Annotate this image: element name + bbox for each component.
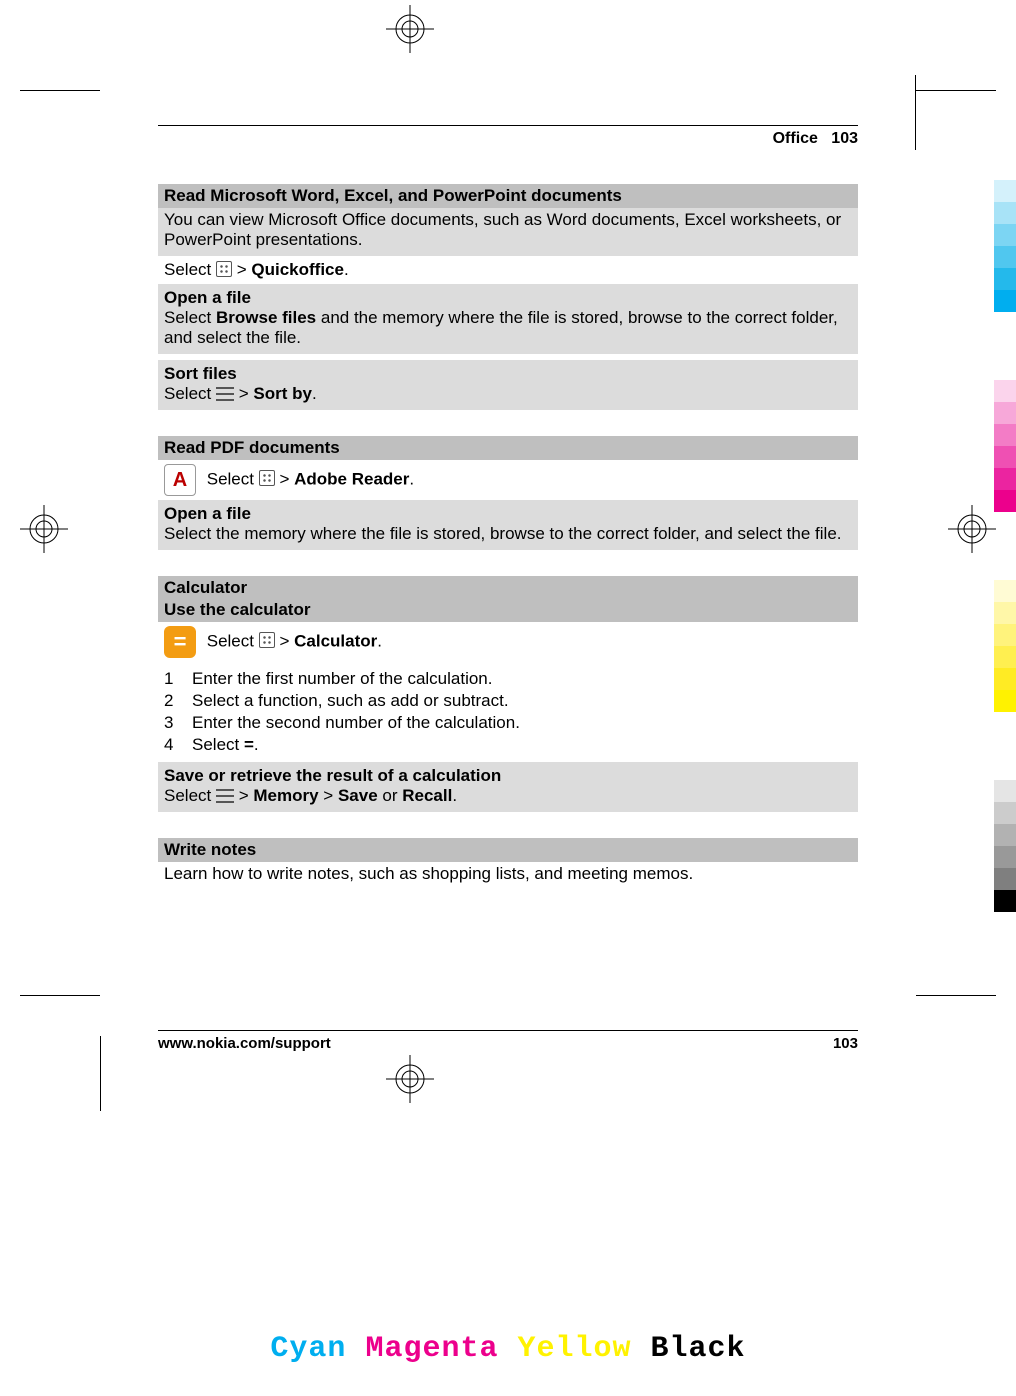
registration-mark-icon [386, 5, 434, 53]
section-title-pdf: Read PDF documents [158, 436, 858, 460]
open-file-heading: Open a file [164, 286, 852, 308]
label-black: Black [651, 1332, 746, 1366]
menu-icon [259, 470, 275, 486]
footer-page: 103 [833, 1035, 858, 1052]
use-calculator-heading: Use the calculator [158, 598, 858, 622]
calculator-steps: Enter the first number of the calculatio… [158, 662, 858, 762]
intro-text: You can view Microsoft Office documents,… [164, 210, 852, 250]
open-pdf-body: Select the memory where the file is stor… [164, 524, 842, 543]
options-icon [216, 387, 234, 401]
page-content: Office 103 Read Microsoft Word, Excel, a… [158, 75, 858, 1082]
label-yellow: Yellow [518, 1332, 632, 1366]
label-cyan: Cyan [270, 1332, 346, 1366]
menu-icon [216, 261, 232, 277]
step-4: Select =. [164, 734, 852, 756]
notes-body: Learn how to write notes, such as shoppi… [164, 864, 693, 883]
select-calculator: = Select > Calculator. [158, 622, 858, 662]
section-title-notes: Write notes [158, 838, 858, 862]
open-pdf-heading: Open a file [164, 502, 852, 524]
crop-mark [20, 995, 100, 996]
page-footer: www.nokia.com/support 103 [158, 1031, 858, 1082]
header-section: Office [773, 130, 818, 147]
step-1: Enter the first number of the calculatio… [164, 668, 852, 690]
options-icon [216, 789, 234, 803]
save-retrieve-body: Select > Memory > Save or Recall. [164, 786, 457, 805]
open-file-body: Select Browse files and the memory where… [164, 308, 838, 347]
step-2: Select a function, such as add or subtra… [164, 690, 852, 712]
page-header: Office 103 [158, 130, 858, 158]
header-page: 103 [831, 130, 858, 147]
label-magenta: Magenta [365, 1332, 498, 1366]
adobe-reader-icon: A [164, 464, 196, 496]
sort-files-body: Select > Sort by. [164, 384, 317, 403]
cmyk-labels: Cyan Magenta Yellow Black [0, 1332, 1016, 1366]
select-quickoffice: Select > Quickoffice. [158, 256, 858, 284]
footer-url: www.nokia.com/support [158, 1035, 331, 1052]
section-title-calculator: Calculator [158, 576, 858, 600]
crop-mark [916, 995, 996, 996]
sort-files-heading: Sort files [164, 362, 852, 384]
select-adobe: A Select > Adobe Reader. [158, 460, 858, 500]
save-retrieve-heading: Save or retrieve the result of a calcula… [164, 764, 852, 786]
step-3: Enter the second number of the calculati… [164, 712, 852, 734]
calculator-icon: = [164, 626, 196, 658]
menu-icon [259, 632, 275, 648]
section-title-quickoffice: Read Microsoft Word, Excel, and PowerPoi… [158, 184, 858, 208]
